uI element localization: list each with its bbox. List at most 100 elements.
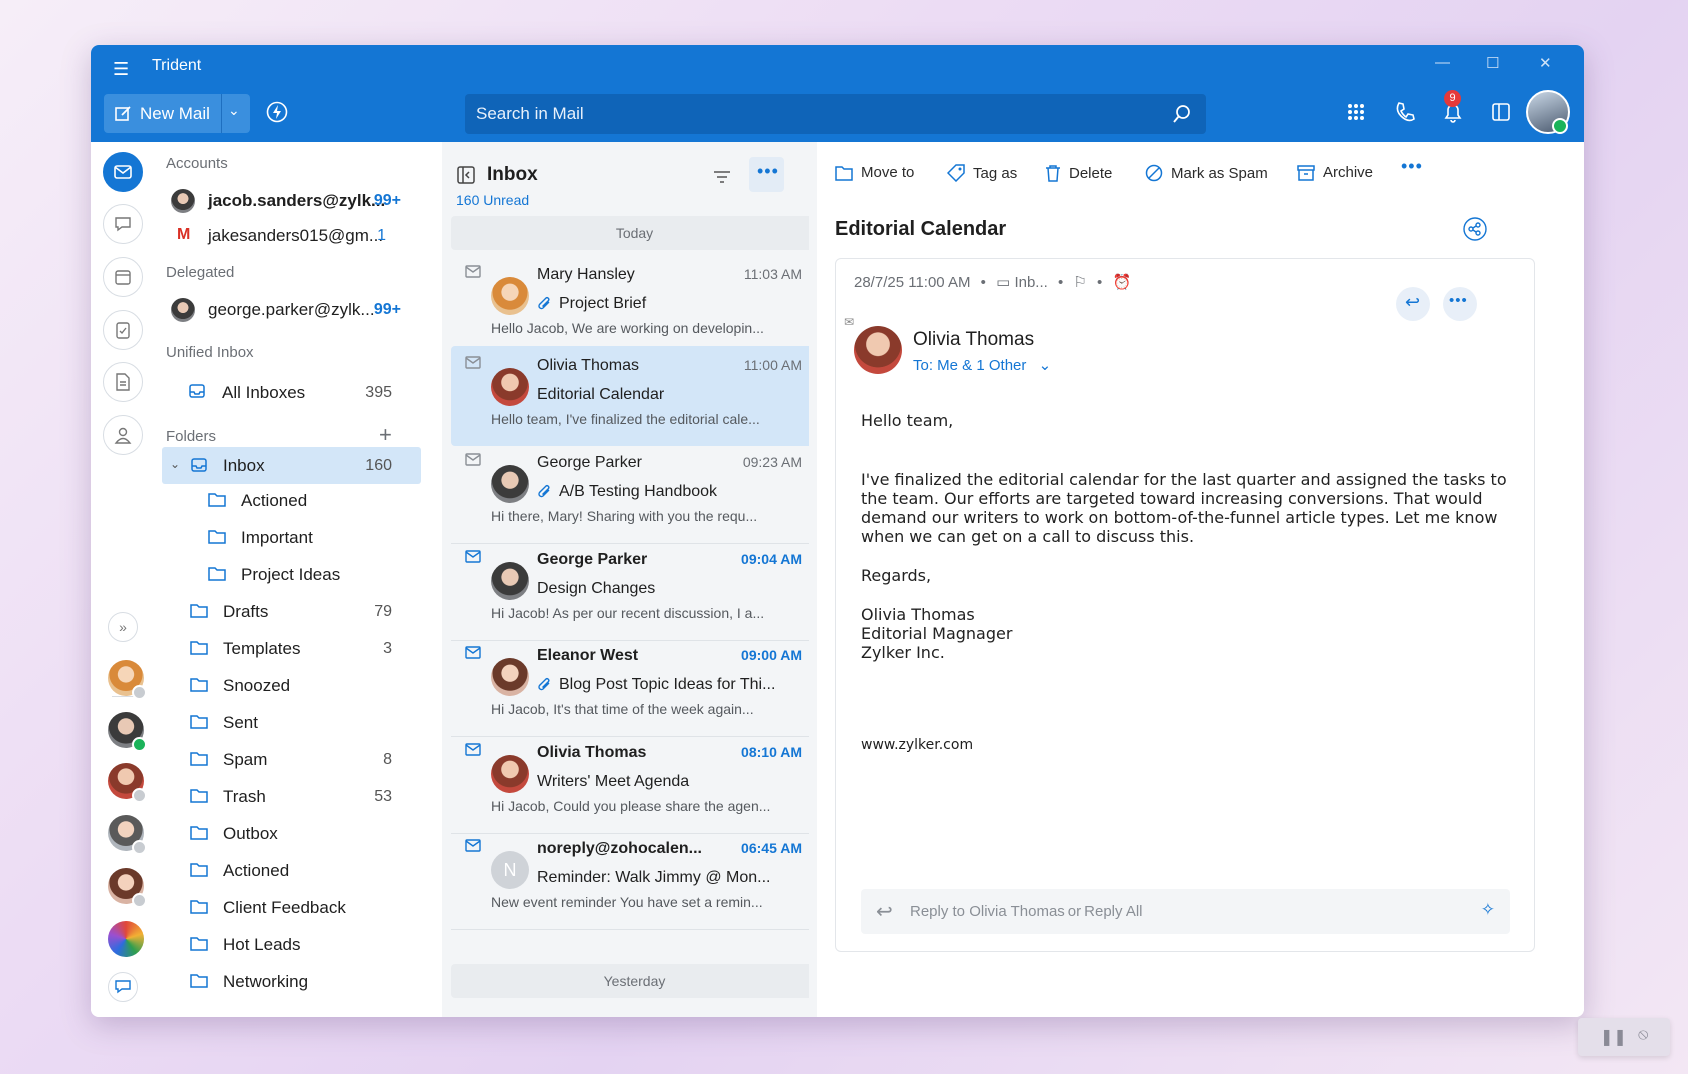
tag-as-button[interactable]: Tag as (947, 164, 1017, 182)
reply-to-link[interactable]: Reply to Olivia Thomas (910, 903, 1065, 920)
sender-avatar[interactable] (854, 326, 902, 374)
folder-label[interactable]: Spam (223, 750, 267, 770)
folder-label[interactable]: Networking (223, 972, 308, 992)
contacts-nav-button[interactable] (103, 415, 143, 455)
sender-avatar (491, 465, 529, 503)
reply-button[interactable]: ↩ (1396, 287, 1430, 321)
message-row[interactable]: Olivia Thomas 11:00 AM Editorial Calendar H… (451, 346, 818, 446)
website-link[interactable]: www.zylker.com (861, 737, 973, 753)
close-icon[interactable]: ✕ (1539, 54, 1552, 72)
regards: Regards, (861, 566, 932, 585)
expand-rail-icon[interactable]: » (108, 612, 138, 642)
maximize-icon[interactable]: ☐ (1486, 54, 1499, 72)
flag-icon[interactable]: ⚐ (1073, 274, 1086, 291)
calendar-nav-button[interactable] (103, 257, 143, 297)
folder-label[interactable]: Outbox (223, 824, 278, 844)
message-time: 09:00 AM (741, 647, 802, 663)
message-more-button[interactable]: ••• (1443, 287, 1477, 321)
message-row[interactable]: George Parker 09:04 AM Design Changes Hi Ja… (451, 540, 818, 641)
folder-label[interactable]: Drafts (223, 602, 268, 622)
folder-icon (208, 567, 226, 581)
reply-box[interactable]: ↩ Reply to Olivia Thomas or Reply All ✧ (861, 889, 1510, 934)
folder-label[interactable]: Sent (223, 713, 258, 733)
toolbar-more-icon[interactable]: ••• (1401, 156, 1423, 177)
apps-grid-icon[interactable] (1345, 101, 1367, 123)
envelope-icon[interactable] (465, 356, 481, 370)
message-time: 06:45 AM (741, 840, 802, 856)
message-meta: 28/7/25 11:00 AM • ▭ Inb... • ⚐ • ⏰ (854, 274, 1132, 291)
envelope-icon[interactable] (465, 453, 481, 467)
unread-count[interactable]: 160 Unread (456, 192, 529, 208)
all-inboxes-icon (189, 384, 205, 398)
minimize-icon[interactable]: — (1435, 54, 1450, 71)
sender-name[interactable]: Olivia Thomas (913, 329, 1034, 351)
notes-nav-button[interactable] (103, 362, 143, 402)
spam-icon (1145, 164, 1163, 182)
recipients[interactable]: To: Me & 1 Other ⌄ (913, 356, 1051, 374)
notes-icon (116, 373, 130, 391)
search-icon[interactable] (1172, 104, 1192, 124)
account-name[interactable]: jacob.sanders@zylk... (208, 191, 385, 211)
folder-label[interactable]: Templates (223, 639, 300, 659)
filter-icon[interactable] (713, 170, 731, 184)
envelope-icon[interactable] (465, 550, 481, 564)
inbox-icon (191, 458, 207, 472)
envelope-icon[interactable] (465, 743, 481, 757)
mail-icon (114, 165, 132, 179)
chat-nav-button[interactable] (103, 204, 143, 244)
pause-icon[interactable]: ❚❚ (1600, 1027, 1627, 1047)
folder-label[interactable]: Client Feedback (223, 898, 346, 918)
body-paragraph: I've finalized the editorial calendar fo… (861, 470, 1507, 546)
ai-sparkle-icon[interactable]: ✧ (1481, 900, 1495, 920)
search-bar[interactable]: Search in Mail (465, 94, 1206, 134)
folder-label[interactable]: Snoozed (223, 676, 290, 696)
list-more-options-button[interactable]: ••• (749, 157, 784, 192)
tasks-icon (116, 322, 130, 339)
feedback-button[interactable] (108, 972, 138, 1002)
message-folder[interactable]: Inb... (1014, 274, 1047, 291)
message-row[interactable]: Eleanor West 09:00 AM Blog Post Topic Idea… (451, 636, 818, 737)
quick-actions-icon[interactable] (266, 101, 288, 123)
delete-button[interactable]: Delete (1045, 164, 1112, 182)
panel-toggle-icon[interactable] (1490, 101, 1512, 123)
folder-label[interactable]: Actioned (241, 491, 307, 511)
archive-button[interactable]: Archive (1297, 164, 1373, 181)
mute-icon[interactable]: ⦸ (1638, 1026, 1648, 1044)
envelope-icon[interactable] (465, 265, 481, 279)
share-icon[interactable] (1463, 217, 1487, 241)
message-row[interactable]: George Parker 09:23 AM A/B Testing Handboo… (451, 443, 818, 544)
attachment-icon (538, 678, 550, 691)
mark-as-spam-button[interactable]: Mark as Spam (1145, 164, 1268, 182)
reminder-icon[interactable]: ⏰ (1112, 274, 1131, 291)
folder-label[interactable]: Trash (223, 787, 266, 807)
message-row[interactable]: Olivia Thomas 08:10 AM Writers' Meet Agend… (451, 733, 818, 834)
hamburger-menu-icon[interactable]: ☰ (113, 59, 129, 80)
message-row[interactable]: Mary Hansley 11:03 AM Project Brief Hello J… (451, 255, 818, 356)
add-folder-icon[interactable]: + (379, 422, 392, 448)
account-name[interactable]: george.parker@zylk... (208, 300, 375, 320)
notification-badge: 9 (1444, 90, 1461, 107)
folder-label[interactable]: Actioned (223, 861, 289, 881)
folder-label[interactable]: Important (241, 528, 313, 548)
phone-icon[interactable] (1394, 101, 1416, 123)
new-mail-dropdown-icon[interactable]: ⌄ (228, 102, 240, 119)
archive-icon (1297, 164, 1315, 181)
reply-all-link[interactable]: Reply All (1084, 903, 1142, 920)
group-avatar[interactable] (108, 921, 144, 957)
new-mail-button[interactable]: New Mail ⌄ (104, 94, 250, 133)
envelope-icon[interactable] (465, 646, 481, 660)
message-row[interactable]: Nnoreply@zohocalen... 06:45 AM Reminder: W… (451, 829, 818, 930)
folder-label[interactable]: Project Ideas (241, 565, 340, 585)
tasks-nav-button[interactable] (103, 310, 143, 350)
mail-nav-button[interactable] (103, 152, 143, 192)
all-inboxes-label[interactable]: All Inboxes (222, 383, 305, 403)
collapse-chevron-icon[interactable]: ⌄ (170, 457, 180, 471)
signature-title: Editorial Magnager (861, 624, 1013, 643)
folder-label[interactable]: Hot Leads (223, 935, 301, 955)
move-to-button[interactable]: Move to (835, 164, 914, 181)
calendar-icon (115, 270, 131, 285)
delegated-section-label: Delegated (166, 264, 235, 281)
compose-icon (115, 105, 131, 121)
collapse-pane-icon[interactable] (457, 166, 475, 184)
envelope-icon[interactable] (465, 839, 481, 853)
